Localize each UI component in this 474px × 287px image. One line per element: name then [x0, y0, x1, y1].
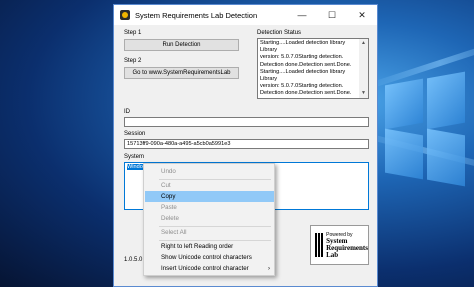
menu-item-copy[interactable]: Copy: [145, 191, 274, 202]
barcode-logo-icon: [315, 233, 324, 257]
menu-item-delete[interactable]: Delete: [145, 213, 274, 224]
session-label: Session: [124, 131, 146, 137]
menu-item-paste[interactable]: Paste: [145, 202, 274, 213]
window-title: System Requirements Lab Detection: [135, 10, 258, 20]
menu-item-cut[interactable]: Cut: [145, 180, 274, 191]
system-label: System: [124, 154, 145, 160]
menu-item-undo[interactable]: Undo: [145, 166, 274, 177]
scroll-up-arrow-icon[interactable]: ▲: [359, 39, 368, 48]
run-detection-button[interactable]: Run Detection: [124, 39, 239, 51]
status-line: Detection done.Detection sent.Done.: [260, 61, 352, 68]
submenu-arrow-icon: ›: [268, 265, 270, 272]
version-label: 1.0.5.0: [124, 257, 143, 263]
system-selected-text: Windo: [127, 164, 143, 170]
logo-line3: Lab: [326, 250, 339, 259]
menu-item-select-all[interactable]: Select All: [145, 227, 274, 238]
status-line: Starting....Loaded detection library Lib…: [260, 40, 346, 54]
srl-logo: Powered by System Requirements Lab: [310, 225, 369, 265]
close-button[interactable]: ✕: [347, 5, 377, 25]
app-icon: [120, 10, 130, 20]
id-field[interactable]: [124, 117, 369, 127]
title-bar[interactable]: System Requirements Lab Detection — ☐ ✕: [114, 5, 377, 25]
status-line: version: 5.0.7.0Starting detection.: [260, 83, 344, 90]
scroll-down-arrow-icon[interactable]: ▼: [359, 89, 368, 98]
windows-logo-icon: [385, 71, 465, 187]
step2-label: Step 2: [124, 58, 142, 64]
menu-item-insert-unicode[interactable]: Insert Unicode control character ›: [145, 263, 274, 274]
context-menu: Undo Cut Copy Paste Delete Select All Ri…: [143, 163, 275, 276]
minimize-button[interactable]: —: [287, 5, 317, 25]
step1-label: Step 1: [124, 30, 142, 36]
detection-status-box[interactable]: ▲ ▼ Starting....Loaded detection library…: [257, 38, 369, 99]
maximize-button[interactable]: ☐: [317, 5, 347, 25]
id-label: ID: [124, 109, 130, 115]
menu-item-insert-unicode-label: Insert Unicode control character: [161, 265, 249, 272]
menu-item-right-to-left[interactable]: Right to left Reading order: [145, 241, 274, 252]
go-to-website-button[interactable]: Go to www.SystemRequirementsLab: [124, 67, 239, 79]
status-line: version: 5.0.7.0Starting detection.: [260, 54, 344, 61]
detection-status-label: Detection Status: [257, 30, 302, 36]
session-field[interactable]: 15713ff9-090a-480a-a495-a5cb0a5991e3: [124, 139, 369, 149]
status-line: Detection done.Detection sent.Done.: [260, 90, 352, 97]
menu-item-show-unicode[interactable]: Show Unicode control characters: [145, 252, 274, 263]
status-line: Starting....Loaded detection library Lib…: [260, 68, 346, 83]
